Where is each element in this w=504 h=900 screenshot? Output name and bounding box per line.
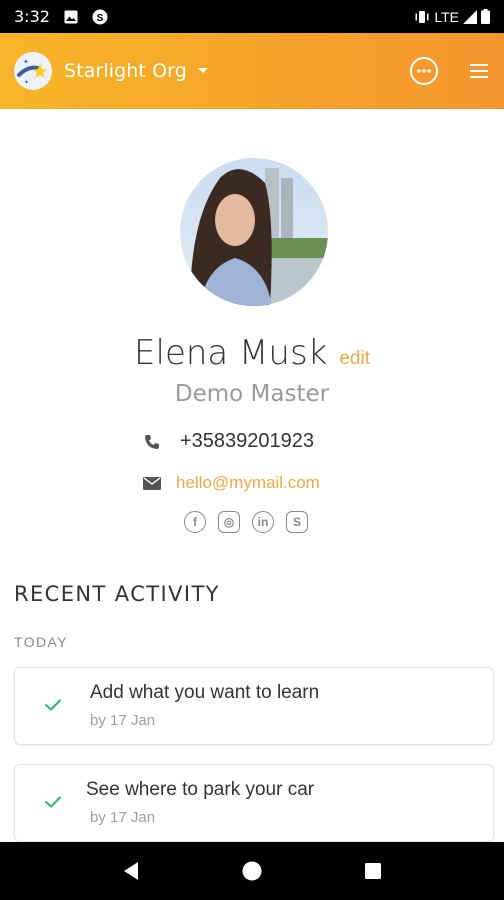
- profile-role: Demo Master: [174, 381, 330, 407]
- section-title: RECENT ACTIVITY: [14, 582, 220, 606]
- recents-icon[interactable]: [353, 851, 393, 891]
- status-time: 3:32: [14, 7, 50, 26]
- network-type: LTE: [434, 8, 459, 25]
- chevron-down-icon[interactable]: [197, 67, 209, 75]
- battery-icon: [481, 9, 490, 24]
- vpn-icon: S: [92, 9, 108, 25]
- email-row[interactable]: hello@mymail.com: [140, 473, 320, 493]
- svg-text:S: S: [97, 13, 104, 24]
- avatar[interactable]: [180, 158, 328, 306]
- signal-icon: [463, 9, 477, 24]
- check-icon: [45, 795, 61, 813]
- activity-card[interactable]: See where to park your car by 17 Jan: [14, 764, 494, 842]
- edit-profile-link[interactable]: edit: [339, 348, 370, 370]
- activity-due: by 17 Jan: [90, 809, 156, 826]
- menu-icon[interactable]: [468, 60, 490, 82]
- status-bar: 3:32 S LTE: [0, 0, 504, 33]
- activity-title: Add what you want to learn: [90, 682, 320, 703]
- image-icon: [64, 10, 78, 24]
- email-link[interactable]: hello@mymail.com: [176, 473, 320, 493]
- profile-name: Elena Musk: [134, 333, 328, 373]
- activity-title: See where to park your car: [86, 779, 315, 800]
- phone-number[interactable]: +35839201923: [180, 430, 314, 453]
- activity-card[interactable]: Add what you want to learn by 17 Jan: [14, 667, 494, 745]
- home-icon[interactable]: [232, 851, 272, 891]
- mail-icon: [140, 476, 164, 490]
- app-bar: ✦ ✦ Starlight Org: [0, 33, 504, 109]
- svg-text:✦: ✦: [23, 58, 29, 66]
- vibrate-icon: [414, 10, 430, 24]
- skype-icon[interactable]: S: [286, 511, 308, 533]
- check-icon: [45, 698, 61, 716]
- system-nav-bar: [0, 842, 504, 900]
- phone-row[interactable]: +35839201923: [140, 430, 314, 453]
- more-icon[interactable]: [410, 57, 438, 85]
- svg-text:✦: ✦: [24, 79, 29, 86]
- instagram-icon[interactable]: ◎: [218, 511, 240, 533]
- org-name[interactable]: Starlight Org: [64, 60, 187, 82]
- day-label: TODAY: [14, 634, 68, 650]
- org-logo-icon[interactable]: ✦ ✦: [14, 52, 52, 90]
- facebook-icon[interactable]: f: [184, 511, 206, 533]
- phone-icon: [140, 434, 164, 450]
- social-links: f ◎ in S: [184, 511, 308, 533]
- linkedin-icon[interactable]: in: [252, 511, 274, 533]
- activity-due: by 17 Jan: [90, 712, 156, 729]
- back-icon[interactable]: [111, 851, 151, 891]
